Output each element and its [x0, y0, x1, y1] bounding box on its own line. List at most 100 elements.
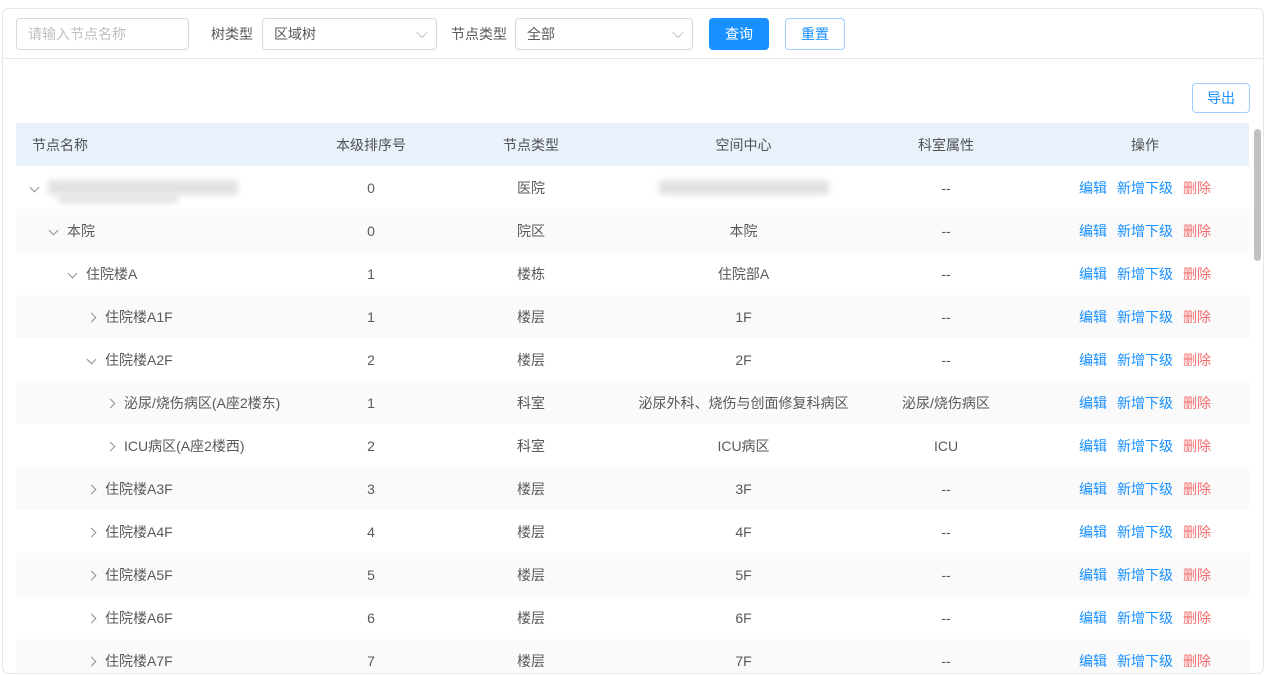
collapse-arrow-icon[interactable]	[68, 269, 78, 279]
node-name-cell: 住院楼A6F	[16, 596, 316, 639]
node-name-input[interactable]	[16, 18, 189, 50]
table-row: 住院楼A4F4楼层4F--编辑新增下级删除	[16, 510, 1249, 553]
add-child-link[interactable]: 新增下级	[1117, 221, 1173, 241]
collapse-arrow-icon[interactable]	[87, 355, 97, 365]
space-center-cell: 1F	[636, 295, 851, 338]
search-button[interactable]: 查询	[709, 18, 769, 50]
add-child-link[interactable]: 新增下级	[1117, 522, 1173, 542]
node-type-cell: 楼层	[426, 510, 636, 553]
dept-attr-cell: --	[851, 510, 1041, 553]
sort-no-cell: 5	[316, 553, 426, 596]
delete-link[interactable]: 删除	[1183, 608, 1211, 628]
delete-link[interactable]: 删除	[1183, 565, 1211, 585]
space-center-cell: ICU病区	[636, 424, 851, 467]
node-type-cell: 科室	[426, 424, 636, 467]
expand-arrow-icon[interactable]	[106, 441, 116, 451]
delete-link[interactable]: 删除	[1183, 479, 1211, 499]
sort-no-cell: 2	[316, 424, 426, 467]
tree-type-select[interactable]: 区域树	[262, 18, 437, 50]
delete-link[interactable]: 删除	[1183, 350, 1211, 370]
add-child-link[interactable]: 新增下级	[1117, 264, 1173, 284]
add-child-link[interactable]: 新增下级	[1117, 350, 1173, 370]
node-name-text: 住院楼A	[86, 264, 137, 284]
space-center-cell: 泌尿外科、烧伤与创面修复科病区	[636, 381, 851, 424]
chevron-down-icon	[416, 26, 427, 37]
node-type-cell: 楼层	[426, 596, 636, 639]
sort-no-cell: 1	[316, 252, 426, 295]
dept-attr-cell: --	[851, 553, 1041, 596]
column-header-operations: 操作	[1041, 123, 1249, 166]
delete-link[interactable]: 删除	[1183, 221, 1211, 241]
delete-link[interactable]: 删除	[1183, 264, 1211, 284]
column-header-space-center: 空间中心	[636, 123, 851, 166]
edit-link[interactable]: 编辑	[1079, 522, 1107, 542]
edit-link[interactable]: 编辑	[1079, 436, 1107, 456]
add-child-link[interactable]: 新增下级	[1117, 436, 1173, 456]
add-child-link[interactable]: 新增下级	[1117, 651, 1173, 671]
content-card: 树类型 区域树 节点类型 全部 查询 重置 导出 节点名称本级排序号节点类型空间…	[2, 8, 1264, 674]
edit-link[interactable]: 编辑	[1079, 178, 1107, 198]
operations-cell: 编辑新增下级删除	[1041, 510, 1249, 553]
sort-no-cell: 1	[316, 381, 426, 424]
expand-arrow-icon[interactable]	[87, 613, 97, 623]
node-name-cell: 住院楼A	[16, 252, 316, 295]
table-row: 0医院--编辑新增下级删除	[16, 166, 1249, 209]
operations-cell: 编辑新增下级删除	[1041, 596, 1249, 639]
expand-arrow-icon[interactable]	[87, 570, 97, 580]
operations-cell: 编辑新增下级删除	[1041, 209, 1249, 252]
sort-no-cell: 2	[316, 338, 426, 381]
export-button[interactable]: 导出	[1192, 83, 1250, 113]
add-child-link[interactable]: 新增下级	[1117, 307, 1173, 327]
node-type-cell: 科室	[426, 381, 636, 424]
edit-link[interactable]: 编辑	[1079, 479, 1107, 499]
delete-link[interactable]: 删除	[1183, 307, 1211, 327]
add-child-link[interactable]: 新增下级	[1117, 608, 1173, 628]
node-name-cell: ICU病区(A座2楼西)	[16, 424, 316, 467]
expand-arrow-icon[interactable]	[87, 527, 97, 537]
collapse-arrow-icon[interactable]	[30, 183, 40, 193]
expand-arrow-icon[interactable]	[87, 484, 97, 494]
sort-no-cell: 3	[316, 467, 426, 510]
delete-link[interactable]: 删除	[1183, 436, 1211, 456]
add-child-link[interactable]: 新增下级	[1117, 178, 1173, 198]
node-type-value: 全部	[527, 24, 555, 44]
dept-attr-cell: --	[851, 209, 1041, 252]
delete-link[interactable]: 删除	[1183, 393, 1211, 413]
add-child-link[interactable]: 新增下级	[1117, 565, 1173, 585]
export-toolbar: 导出	[3, 59, 1263, 123]
table-header: 节点名称本级排序号节点类型空间中心科室属性操作	[16, 123, 1249, 166]
filter-bar: 树类型 区域树 节点类型 全部 查询 重置	[3, 9, 1263, 59]
add-child-link[interactable]: 新增下级	[1117, 393, 1173, 413]
edit-link[interactable]: 编辑	[1079, 350, 1107, 370]
edit-link[interactable]: 编辑	[1079, 651, 1107, 671]
node-name-text: 住院楼A7F	[105, 651, 173, 671]
delete-link[interactable]: 删除	[1183, 522, 1211, 542]
column-header-dept-attr: 科室属性	[851, 123, 1041, 166]
node-type-select[interactable]: 全部	[515, 18, 693, 50]
node-type-cell: 楼层	[426, 295, 636, 338]
edit-link[interactable]: 编辑	[1079, 221, 1107, 241]
expand-arrow-icon[interactable]	[106, 398, 116, 408]
delete-link[interactable]: 删除	[1183, 178, 1211, 198]
table-row: ICU病区(A座2楼西)2科室ICU病区ICU编辑新增下级删除	[16, 424, 1249, 467]
scrollbar-thumb[interactable]	[1254, 129, 1261, 261]
table-body: 0医院--编辑新增下级删除本院0院区本院--编辑新增下级删除住院楼A1楼栋住院部…	[16, 166, 1249, 674]
edit-link[interactable]: 编辑	[1079, 264, 1107, 284]
edit-link[interactable]: 编辑	[1079, 307, 1107, 327]
space-center-cell: 6F	[636, 596, 851, 639]
delete-link[interactable]: 删除	[1183, 651, 1211, 671]
add-child-link[interactable]: 新增下级	[1117, 479, 1173, 499]
reset-button[interactable]: 重置	[785, 18, 845, 50]
edit-link[interactable]: 编辑	[1079, 608, 1107, 628]
table-row: 住院楼A3F3楼层3F--编辑新增下级删除	[16, 467, 1249, 510]
node-name-cell: 泌尿/烧伤病区(A座2楼东)	[16, 381, 316, 424]
node-tree-table: 节点名称本级排序号节点类型空间中心科室属性操作 0医院--编辑新增下级删除本院0…	[16, 123, 1249, 674]
expand-arrow-icon[interactable]	[87, 656, 97, 666]
collapse-arrow-icon[interactable]	[49, 226, 59, 236]
expand-arrow-icon[interactable]	[87, 312, 97, 322]
edit-link[interactable]: 编辑	[1079, 565, 1107, 585]
dept-attr-cell: --	[851, 596, 1041, 639]
tree-type-value: 区域树	[274, 24, 316, 44]
sort-no-cell: 7	[316, 639, 426, 674]
edit-link[interactable]: 编辑	[1079, 393, 1107, 413]
